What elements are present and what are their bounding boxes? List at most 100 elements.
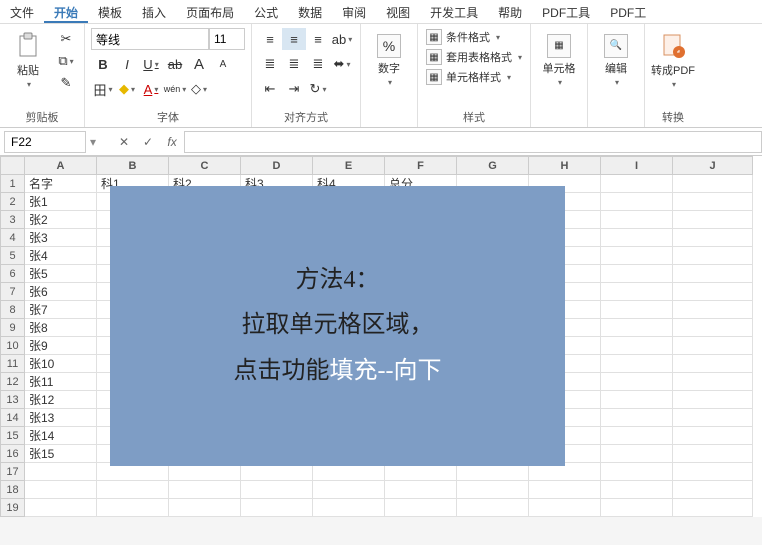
cell[interactable]: 张12 [25, 391, 97, 409]
cell[interactable] [673, 337, 753, 355]
row-header[interactable]: 12 [1, 373, 25, 391]
bold-button[interactable]: B [91, 53, 115, 75]
cell[interactable] [673, 319, 753, 337]
row-header[interactable]: 17 [1, 463, 25, 481]
row-header[interactable]: 8 [1, 301, 25, 319]
cell[interactable]: 张6 [25, 283, 97, 301]
cell[interactable] [601, 319, 673, 337]
row-header[interactable]: 18 [1, 481, 25, 499]
border-button[interactable]: 田 [91, 78, 115, 100]
align-center-button[interactable]: ≣ [282, 53, 306, 75]
cell[interactable] [601, 391, 673, 409]
clear-format-button[interactable]: ◇ [187, 78, 211, 100]
menu-item-2[interactable]: 模板 [88, 0, 132, 23]
cell[interactable] [25, 481, 97, 499]
menu-item-11[interactable]: PDF工具 [532, 0, 600, 23]
editing-button[interactable]: 🔍 编辑 [594, 28, 638, 92]
cell[interactable] [601, 301, 673, 319]
cell[interactable] [601, 463, 673, 481]
select-all-corner[interactable] [1, 157, 25, 175]
col-header-E[interactable]: E [313, 157, 385, 175]
fill-color-button[interactable]: ◆ [115, 78, 139, 100]
row-header[interactable]: 9 [1, 319, 25, 337]
col-header-J[interactable]: J [673, 157, 753, 175]
cell[interactable] [313, 481, 385, 499]
row-header[interactable]: 2 [1, 193, 25, 211]
fx-cancel-button[interactable]: ✕ [112, 135, 136, 149]
menu-item-7[interactable]: 审阅 [332, 0, 376, 23]
phonetic-button[interactable]: wén [163, 78, 187, 100]
cell[interactable]: 张3 [25, 229, 97, 247]
font-size-select[interactable] [209, 28, 245, 50]
col-header-A[interactable]: A [25, 157, 97, 175]
cell[interactable] [673, 193, 753, 211]
cell[interactable]: 张4 [25, 247, 97, 265]
row-header[interactable]: 3 [1, 211, 25, 229]
indent-button[interactable]: ⇥ [282, 78, 306, 100]
cell[interactable] [601, 247, 673, 265]
copy-button[interactable]: ⧉ [54, 50, 78, 72]
cell[interactable] [601, 445, 673, 463]
menu-item-0[interactable]: 文件 [0, 0, 44, 23]
cell[interactable] [673, 373, 753, 391]
wrap-text-button[interactable]: ab [330, 28, 354, 50]
cell[interactable] [457, 481, 529, 499]
col-header-G[interactable]: G [457, 157, 529, 175]
row-header[interactable]: 11 [1, 355, 25, 373]
cell[interactable] [529, 481, 601, 499]
cell[interactable]: 张11 [25, 373, 97, 391]
col-header-C[interactable]: C [169, 157, 241, 175]
cell[interactable] [601, 409, 673, 427]
row-header[interactable]: 19 [1, 499, 25, 517]
cell[interactable]: 张13 [25, 409, 97, 427]
underline-button[interactable]: U [139, 53, 163, 75]
cell[interactable] [673, 391, 753, 409]
cell[interactable] [313, 499, 385, 517]
cell[interactable] [529, 499, 601, 517]
row-header[interactable]: 15 [1, 427, 25, 445]
cell[interactable] [601, 211, 673, 229]
cell[interactable] [241, 499, 313, 517]
cell[interactable] [673, 229, 753, 247]
italic-button[interactable]: I [115, 53, 139, 75]
cell[interactable] [601, 427, 673, 445]
menu-item-8[interactable]: 视图 [376, 0, 420, 23]
cell[interactable] [673, 265, 753, 283]
menu-item-10[interactable]: 帮助 [488, 0, 532, 23]
merge-button[interactable]: ⬌ [330, 53, 354, 75]
cell[interactable] [601, 337, 673, 355]
cell[interactable] [673, 211, 753, 229]
conditional-format-button[interactable]: ▦条件格式 [424, 28, 524, 46]
row-header[interactable]: 5 [1, 247, 25, 265]
row-header[interactable]: 7 [1, 283, 25, 301]
cell[interactable]: 张8 [25, 319, 97, 337]
number-format-button[interactable]: % 数字 [367, 28, 411, 92]
cell[interactable] [673, 445, 753, 463]
cell[interactable] [673, 283, 753, 301]
cells-button[interactable]: ▦ 单元格 [537, 28, 581, 92]
cell[interactable] [673, 409, 753, 427]
cell[interactable] [97, 481, 169, 499]
col-header-H[interactable]: H [529, 157, 601, 175]
cell[interactable] [457, 499, 529, 517]
cell[interactable] [673, 355, 753, 373]
cell[interactable] [673, 499, 753, 517]
outdent-button[interactable]: ⇤ [258, 78, 282, 100]
col-header-F[interactable]: F [385, 157, 457, 175]
cell[interactable] [601, 193, 673, 211]
cell[interactable] [673, 463, 753, 481]
col-header-B[interactable]: B [97, 157, 169, 175]
row-header[interactable]: 4 [1, 229, 25, 247]
cell[interactable]: 张5 [25, 265, 97, 283]
cell[interactable] [673, 481, 753, 499]
menu-item-1[interactable]: 开始 [44, 0, 88, 23]
menu-item-9[interactable]: 开发工具 [420, 0, 488, 23]
font-family-select[interactable] [91, 28, 209, 50]
cell[interactable] [673, 175, 753, 193]
align-top-button[interactable]: ≡ [258, 28, 282, 50]
col-header-I[interactable]: I [601, 157, 673, 175]
row-header[interactable]: 13 [1, 391, 25, 409]
cell[interactable] [97, 499, 169, 517]
cell[interactable] [601, 229, 673, 247]
cell[interactable] [673, 301, 753, 319]
